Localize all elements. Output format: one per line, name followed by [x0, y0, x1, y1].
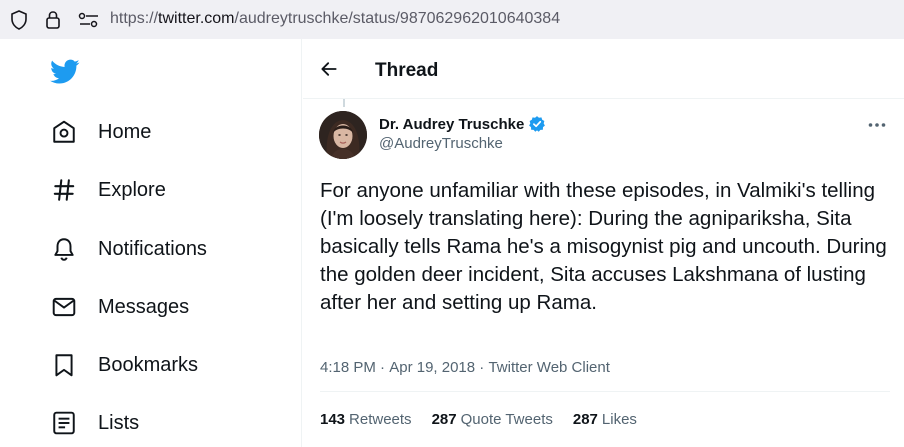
profile-photo — [319, 111, 367, 159]
sidebar-item-explore[interactable]: Explore — [50, 170, 166, 210]
meta-separator: · — [475, 359, 489, 376]
sidebar-item-label: Home — [98, 120, 152, 143]
sidebar-item-bookmarks[interactable]: Bookmarks — [50, 345, 198, 385]
retweets-label: Retweets — [349, 411, 412, 428]
sidebar-item-messages[interactable]: Messages — [50, 287, 189, 327]
tweet-client-link[interactable]: Twitter Web Client — [488, 359, 609, 376]
sidebar-item-lists[interactable]: Lists — [50, 403, 139, 443]
browser-url-bar: https://twitter.com/audreytruschke/statu… — [0, 0, 904, 39]
tweet-date[interactable]: Apr 19, 2018 — [389, 359, 475, 376]
page-title: Thread — [375, 60, 439, 81]
tweet-stats-bar: 143 Retweets 287 Quote Tweets 287 Likes — [320, 391, 890, 447]
url-path: /audreytruschke/status/98706296201064038… — [234, 10, 561, 27]
sidebar-item-notifications[interactable]: Notifications — [50, 229, 207, 269]
hashtag-icon — [50, 176, 78, 204]
likes-stat[interactable]: 287 Likes — [573, 411, 637, 428]
quote-tweets-stat[interactable]: 287 Quote Tweets — [432, 411, 553, 428]
sidebar-item-label: Explore — [98, 178, 166, 201]
retweets-count: 143 — [320, 411, 346, 428]
tweet-metadata: 4:18 PM · Apr 19, 2018 · Twitter Web Cli… — [320, 359, 610, 376]
sidebar-item-home[interactable]: Home — [50, 112, 151, 152]
url-host: twitter.com — [158, 10, 235, 27]
author-name-text: Dr. Audrey Truschke — [379, 115, 525, 133]
bookmark-icon — [50, 351, 78, 379]
meta-separator: · — [375, 359, 390, 376]
likes-count: 287 — [572, 411, 598, 428]
arrow-left-icon — [321, 62, 337, 76]
more-dots-icon — [868, 123, 886, 127]
sidebar-item-label: Messages — [98, 295, 190, 318]
home-icon — [50, 118, 78, 146]
retweets-stat[interactable]: 143 Retweets — [320, 411, 412, 428]
sidebar-item-label: Notifications — [98, 237, 207, 260]
bell-icon — [50, 235, 78, 263]
sidebar-item-label: Bookmarks — [98, 353, 199, 376]
tweet-text: For anyone unfamiliar with these episode… — [320, 179, 887, 314]
twitter-bird-icon[interactable] — [50, 59, 82, 87]
back-button[interactable] — [317, 57, 341, 81]
tweet-time[interactable]: 4:18 PM — [320, 359, 376, 376]
shield-icon[interactable] — [8, 9, 30, 31]
author-handle[interactable]: @AudreyTruschke — [379, 135, 503, 152]
quote-tweets-label: Quote Tweets — [460, 411, 553, 428]
verified-badge-icon — [528, 115, 546, 133]
more-options-button[interactable] — [865, 113, 889, 137]
sidebar-item-label: Lists — [98, 411, 140, 434]
url-scheme: https:// — [110, 10, 159, 27]
address-field[interactable]: https://twitter.com/audreytruschke/statu… — [110, 10, 560, 28]
permissions-icon[interactable] — [78, 9, 100, 31]
left-sidebar: Home Explore Notifications Messages Book… — [0, 39, 302, 447]
likes-label: Likes — [601, 411, 637, 428]
thread-header: Thread — [303, 39, 904, 99]
thread-connector-line — [343, 99, 345, 107]
quote-tweets-count: 287 — [431, 411, 457, 428]
list-icon — [50, 409, 78, 437]
avatar[interactable] — [319, 111, 367, 159]
author-name[interactable]: Dr. Audrey Truschke — [379, 115, 546, 133]
envelope-icon — [50, 293, 78, 321]
main-column: Thread Dr. Audrey Truschke @AudreyTrusch… — [303, 39, 904, 447]
lock-icon[interactable] — [42, 9, 64, 31]
